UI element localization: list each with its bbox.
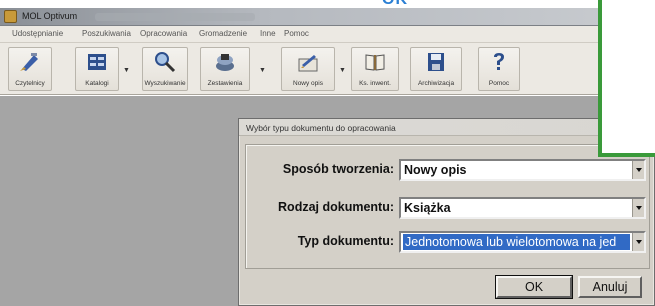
document-type-dialog: Wybór typu dokumentu do opracowania Spos… [238,118,655,306]
new-description-icon [298,55,318,72]
chevron-down-icon[interactable] [632,233,644,251]
menu-opracowania[interactable]: Opracowania [140,29,187,38]
title-blur [95,13,255,21]
document-kind-label: Rodzaj dokumentu: [278,200,394,214]
search-icon [155,52,176,73]
document-type-value: Jednotomowa lub wielotomowa na jed [403,234,630,250]
menu-bar: Udostępnianie Poszukiwania Opracowania G… [0,26,655,43]
title-bar: MOL Optivum [0,8,655,26]
menu-poszukiwania[interactable]: Poszukiwania [82,29,131,38]
toolbar-readers-button[interactable]: Czytelnicy [8,47,52,91]
toolbar-archive-label: Archiwizacja [417,80,455,87]
toolbar-archive-button[interactable]: Archiwizacja [410,47,462,91]
creation-method-value: Nowy opis [404,163,467,177]
menu-gromadzenie[interactable]: Gromadzenie [199,29,247,38]
reports-dropdown-arrow[interactable]: ▼ [259,67,266,74]
chevron-down-icon[interactable] [632,199,644,217]
creation-method-select[interactable]: Nowy opis [399,159,646,181]
toolbar-readers-label: Czytelnicy [15,80,45,87]
toolbar-help-label: Pomoc [488,80,510,87]
reports-icon [216,54,234,71]
toolbar-inventory-label: Ks. inwent. [359,80,391,87]
toolbar-inventory-button[interactable]: Ks. inwent. [351,47,399,91]
toolbar-reports-label: Zestawienia [207,80,243,87]
toolbar: Czytelnicy Katalogi ▼ Wyszukiwanie Zesta… [0,43,655,95]
chevron-down-icon[interactable] [632,161,644,179]
menu-udostepnianie[interactable]: Udostępnianie [12,29,63,38]
catalogs-icon [88,54,106,70]
help-icon [494,53,504,70]
toolbar-catalogs-button[interactable]: Katalogi [75,47,119,91]
app-icon [4,10,17,23]
menu-inne[interactable]: Inne [260,29,276,38]
new-description-dropdown-arrow[interactable]: ▼ [339,67,346,74]
toolbar-new-description-button[interactable]: Nowy opis [281,47,335,91]
dialog-title-bar: Wybór typu dokumentu do opracowania [239,119,654,136]
document-type-label: Typ dokumentu: [297,234,394,248]
dialog-panel: Sposób tworzenia: Nowy opis Rodzaj dokum… [245,144,650,269]
toolbar-search-label: Wyszukiwanie [144,80,186,87]
toolbar-catalogs-label: Katalogi [85,80,109,87]
document-kind-select[interactable]: Książka [399,197,646,219]
inventory-book-icon [365,54,385,71]
toolbar-reports-button[interactable]: Zestawienia [200,47,250,91]
document-kind-value: Książka [404,201,451,215]
toolbar-new-description-label: Nowy opis [293,80,323,87]
cancel-button[interactable]: Anuluj [578,276,642,298]
toolbar-search-button[interactable]: Wyszukiwanie [142,47,188,91]
creation-method-label: Sposób tworzenia: [282,162,394,176]
dialog-title: Wybór typu dokumentu do opracowania [246,123,396,133]
green-frame-overlay [598,0,655,157]
catalogs-dropdown-arrow[interactable]: ▼ [123,67,130,74]
ok-button[interactable]: OK [495,275,573,299]
document-type-select[interactable]: Jednotomowa lub wielotomowa na jed [399,231,646,253]
readers-icon [20,53,38,71]
window-title: MOL Optivum [22,11,78,21]
toolbar-help-button[interactable]: Pomoc [478,47,520,91]
menu-pomoc[interactable]: Pomoc [284,29,309,38]
save-icon [428,53,444,71]
